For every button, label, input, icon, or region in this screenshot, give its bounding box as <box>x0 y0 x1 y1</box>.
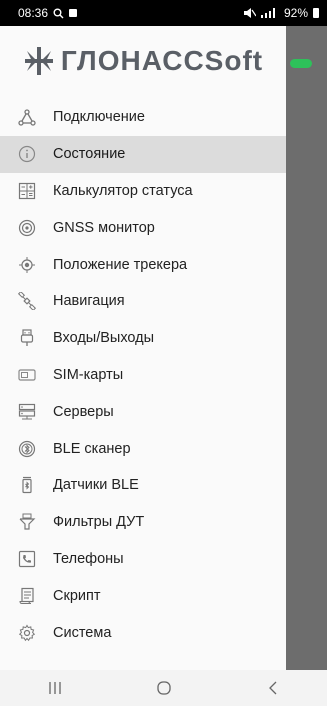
status-right: 92% <box>243 6 319 20</box>
menu-item-state[interactable]: Состояние <box>0 135 286 173</box>
system-navigation-bar <box>0 670 327 706</box>
menu-item-io[interactable]: Входы/Выходы <box>0 320 286 357</box>
menu-item-label: Фильтры ДУТ <box>53 514 145 531</box>
menu-item-navigation[interactable]: Навигация <box>0 283 286 320</box>
menu-item-ble-scanner[interactable]: BLE сканер <box>0 430 286 467</box>
server-icon <box>18 403 36 421</box>
menu-item-status-calculator[interactable]: Калькулятор статуса <box>0 173 286 210</box>
script-icon <box>18 587 36 605</box>
drawer-scrim[interactable] <box>286 26 327 670</box>
calculator-icon <box>18 182 36 200</box>
satellite-icon <box>18 292 36 311</box>
info-icon <box>18 145 36 163</box>
menu-item-tracker-position[interactable]: Положение трекера <box>0 246 286 283</box>
settings-icon <box>18 624 36 642</box>
menu-item-label: BLE сканер <box>53 440 131 457</box>
status-time: 08:36 <box>18 6 49 20</box>
glonass-logo-icon <box>24 47 53 75</box>
back-icon <box>268 681 276 695</box>
bluetooth-sensor-icon <box>18 476 36 494</box>
menu-item-label: Входы/Выходы <box>53 330 155 347</box>
menu-item-label: Положение трекера <box>53 256 188 273</box>
location-icon <box>18 256 36 274</box>
menu-item-label: Подключение <box>53 109 145 126</box>
menu-item-label: Калькулятор статуса <box>53 182 193 199</box>
bluetooth-scan-icon <box>18 440 36 458</box>
battery-percent: 92% <box>283 6 308 20</box>
logo-text-lat: Soft <box>204 45 264 76</box>
connection-icon <box>18 108 36 127</box>
sim-card-icon <box>18 366 36 384</box>
drawer-menu: Подключение Состояние Калькулятор статус… <box>0 99 286 651</box>
navigation-drawer: ГЛОНАСС Soft Подключение Состояние Кальку… <box>0 26 286 670</box>
phone-icon <box>18 550 36 568</box>
mute-icon <box>243 8 256 18</box>
logo-text-cyr: ГЛОНАСС <box>60 45 205 76</box>
status-left: 08:36 <box>18 6 78 20</box>
notification-icon <box>69 9 78 17</box>
menu-item-label: Датчики BLE <box>53 477 139 494</box>
back-button[interactable] <box>253 678 293 698</box>
menu-item-phones[interactable]: Телефоны <box>0 541 286 578</box>
status-bar: 08:36 92% <box>0 0 327 26</box>
app-logo: ГЛОНАСС Soft <box>0 26 286 96</box>
menu-item-label: SIM-карты <box>53 366 124 383</box>
menu-item-sim-cards[interactable]: SIM-карты <box>0 357 286 394</box>
status-indicator-pill <box>290 59 312 68</box>
battery-icon <box>313 8 319 18</box>
menu-item-label: GNSS монитор <box>53 219 155 236</box>
menu-item-ble-sensors[interactable]: Датчики BLE <box>0 467 286 504</box>
recent-apps-icon <box>48 682 61 694</box>
gnss-monitor-icon <box>18 219 36 237</box>
menu-item-label: Состояние <box>53 146 126 163</box>
home-icon <box>156 681 171 695</box>
search-icon <box>53 8 64 18</box>
signal-icon <box>260 8 275 18</box>
menu-item-system[interactable]: Система <box>0 614 286 651</box>
menu-item-servers[interactable]: Серверы <box>0 393 286 430</box>
menu-item-label: Навигация <box>53 293 125 310</box>
menu-item-script[interactable]: Скрипт <box>0 577 286 614</box>
fuel-filter-icon <box>18 513 36 531</box>
home-button[interactable] <box>144 678 184 698</box>
menu-item-label: Серверы <box>53 403 114 420</box>
recent-apps-button[interactable] <box>35 678 75 698</box>
plug-icon <box>18 329 36 347</box>
menu-item-connection[interactable]: Подключение <box>0 99 286 136</box>
menu-item-fuel-filters[interactable]: Фильтры ДУТ <box>0 504 286 541</box>
menu-item-label: Скрипт <box>53 587 101 604</box>
menu-item-label: Телефоны <box>53 550 124 567</box>
menu-item-label: Система <box>53 624 112 641</box>
menu-item-gnss-monitor[interactable]: GNSS монитор <box>0 209 286 246</box>
